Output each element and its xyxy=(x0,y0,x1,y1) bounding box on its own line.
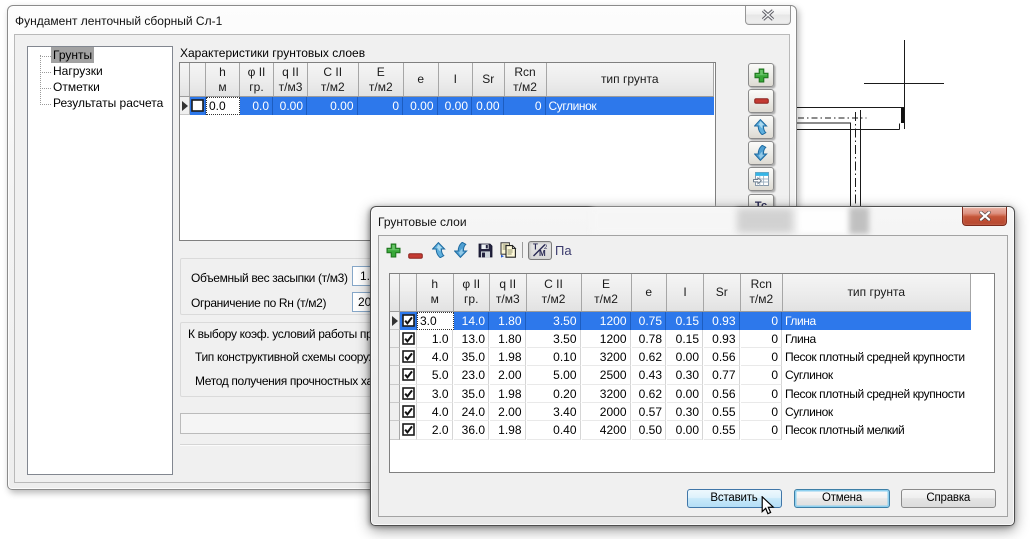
svg-text:2: 2 xyxy=(544,245,548,251)
svg-text:T: T xyxy=(533,243,538,252)
